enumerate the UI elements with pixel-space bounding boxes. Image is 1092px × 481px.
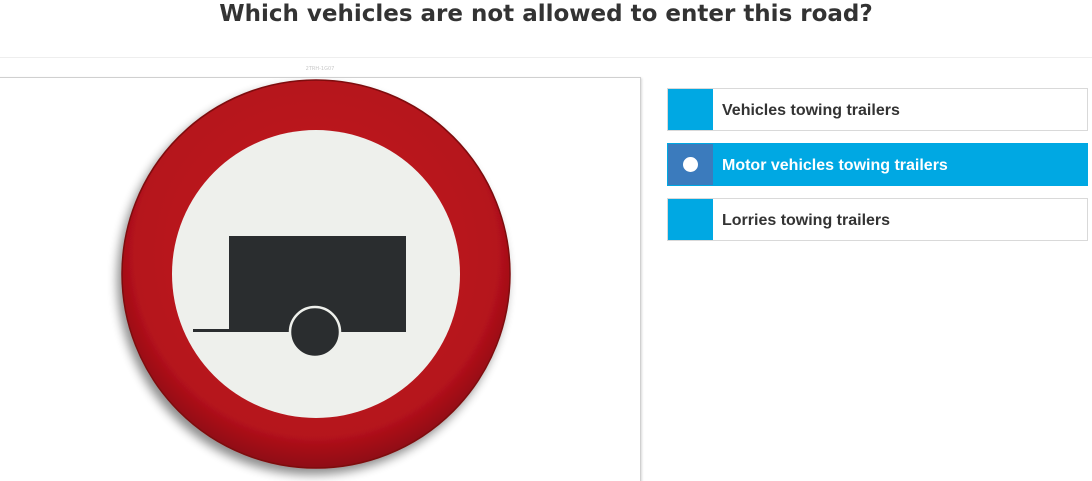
answer-marker[interactable] (668, 144, 713, 185)
answer-marker[interactable] (668, 199, 713, 240)
answer-list: Vehicles towing trailers Motor vehicles … (667, 88, 1088, 253)
road-sign (121, 79, 511, 469)
question-title: Which vehicles are not allowed to enter … (219, 1, 873, 27)
quiz-page: Which vehicles are not allowed to enter … (0, 0, 1092, 481)
answer-option-3[interactable]: Lorries towing trailers (667, 198, 1088, 241)
answer-marker[interactable] (668, 89, 713, 130)
answer-label: Lorries towing trailers (722, 212, 891, 229)
header-divider (0, 57, 1092, 58)
answer-label: Motor vehicles towing trailers (722, 157, 948, 174)
answer-label: Vehicles towing trailers (722, 102, 900, 119)
question-image (0, 77, 641, 481)
image-caption: 2TRH-1G07 (305, 66, 335, 72)
answer-option-2[interactable]: Motor vehicles towing trailers (667, 143, 1088, 186)
answer-option-1[interactable]: Vehicles towing trailers (667, 88, 1088, 131)
selected-radio-icon (683, 157, 698, 172)
